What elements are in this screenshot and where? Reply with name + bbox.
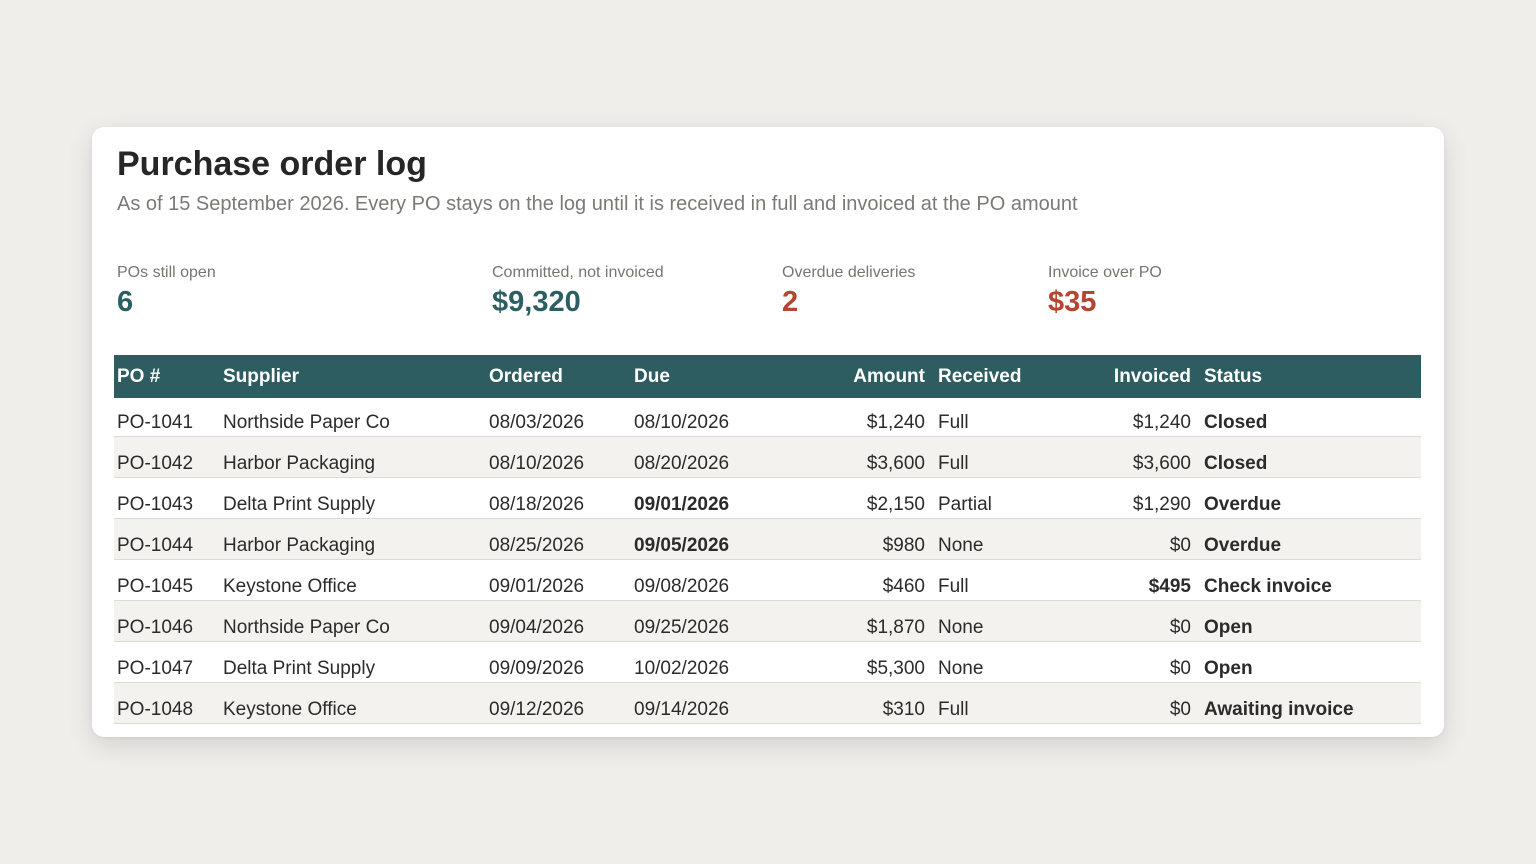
- cell-supplier: Northside Paper Co: [220, 600, 486, 642]
- cell-due: 09/08/2026: [631, 559, 776, 601]
- col-header-ordered[interactable]: Ordered: [486, 355, 631, 398]
- kpi-label: Invoice over PO: [1048, 264, 1162, 281]
- kpi-value: $9,320: [492, 286, 581, 318]
- table-row[interactable]: PO-1043 Delta Print Supply 08/18/2026 09…: [114, 477, 1421, 519]
- cell-due-late: 09/05/2026: [631, 518, 776, 560]
- kpi-value: $35: [1048, 286, 1097, 318]
- cell-due: 09/25/2026: [631, 600, 776, 642]
- cell-received: None: [935, 600, 1048, 642]
- status-badge: Awaiting invoice: [1201, 682, 1421, 724]
- col-header-invoiced[interactable]: Invoiced: [1048, 355, 1201, 398]
- kpi-committed-not-invoiced: Committed, not invoiced $9,320: [492, 264, 664, 319]
- cell-due: 10/02/2026: [631, 641, 776, 683]
- cell-due-late: 09/01/2026: [631, 477, 776, 519]
- table-row[interactable]: PO-1044 Harbor Packaging 08/25/2026 09/0…: [114, 518, 1421, 560]
- cell-po: PO-1044: [114, 518, 220, 560]
- cell-received: None: [935, 518, 1048, 560]
- cell-received: Full: [935, 682, 1048, 724]
- cell-po: PO-1043: [114, 477, 220, 519]
- cell-invoiced: $1,240: [1048, 398, 1201, 437]
- cell-ordered: 08/03/2026: [486, 398, 631, 437]
- cell-amount: $980: [776, 518, 935, 560]
- col-header-due[interactable]: Due: [631, 355, 776, 398]
- kpi-invoice-over-po: Invoice over PO $35: [1048, 264, 1162, 319]
- cell-due: 09/14/2026: [631, 682, 776, 724]
- cell-amount: $5,300: [776, 641, 935, 683]
- cell-ordered: 08/10/2026: [486, 436, 631, 478]
- kpi-label: POs still open: [117, 264, 216, 281]
- cell-supplier: Keystone Office: [220, 559, 486, 601]
- cell-po: PO-1047: [114, 641, 220, 683]
- status-badge: Overdue: [1201, 518, 1421, 560]
- kpi-value: 2: [782, 286, 799, 318]
- cell-invoiced-over: $495: [1048, 559, 1201, 601]
- cell-received: Full: [935, 398, 1048, 437]
- table-row[interactable]: PO-1042 Harbor Packaging 08/10/2026 08/2…: [114, 436, 1421, 478]
- cell-ordered: 09/04/2026: [486, 600, 631, 642]
- cell-invoiced: $1,290: [1048, 477, 1201, 519]
- col-header-po[interactable]: PO #: [114, 355, 220, 398]
- cell-ordered: 09/12/2026: [486, 682, 631, 724]
- cell-supplier: Keystone Office: [220, 682, 486, 724]
- kpi-pos-open: POs still open 6: [117, 264, 216, 319]
- kpi-value: 6: [117, 286, 134, 318]
- cell-supplier: Delta Print Supply: [220, 477, 486, 519]
- kpi-label: Overdue deliveries: [782, 264, 916, 281]
- cell-supplier: Harbor Packaging: [220, 518, 486, 560]
- cell-amount: $1,870: [776, 600, 935, 642]
- cell-po: PO-1048: [114, 682, 220, 724]
- table-row[interactable]: PO-1041 Northside Paper Co 08/03/2026 08…: [114, 398, 1421, 437]
- status-badge: Overdue: [1201, 477, 1421, 519]
- cell-po: PO-1045: [114, 559, 220, 601]
- cell-supplier: Delta Print Supply: [220, 641, 486, 683]
- cell-received: Partial: [935, 477, 1048, 519]
- cell-supplier: Harbor Packaging: [220, 436, 486, 478]
- status-badge: Open: [1201, 641, 1421, 683]
- kpi-label: Committed, not invoiced: [492, 264, 664, 281]
- cell-amount: $460: [776, 559, 935, 601]
- cell-due: 08/20/2026: [631, 436, 776, 478]
- table-header-row: PO # Supplier Ordered Due Amount Receive…: [114, 355, 1421, 398]
- cell-due: 08/10/2026: [631, 398, 776, 437]
- cell-ordered: 08/25/2026: [486, 518, 631, 560]
- cell-received: Full: [935, 436, 1048, 478]
- status-badge: Closed: [1201, 398, 1421, 437]
- page-title: Purchase order log: [117, 145, 427, 183]
- kpi-overdue-deliveries: Overdue deliveries 2: [782, 264, 915, 319]
- cell-invoiced: $0: [1048, 518, 1201, 560]
- col-header-amount[interactable]: Amount: [776, 355, 935, 398]
- table-row[interactable]: PO-1048 Keystone Office 09/12/2026 09/14…: [114, 682, 1421, 724]
- cell-po: PO-1041: [114, 398, 220, 437]
- cell-received: None: [935, 641, 1048, 683]
- cell-amount: $2,150: [776, 477, 935, 519]
- col-header-received[interactable]: Received: [935, 355, 1048, 398]
- cell-po: PO-1042: [114, 436, 220, 478]
- cell-amount: $1,240: [776, 398, 935, 437]
- cell-invoiced: $0: [1048, 600, 1201, 642]
- cell-ordered: 08/18/2026: [486, 477, 631, 519]
- cell-invoiced: $0: [1048, 682, 1201, 724]
- cell-ordered: 09/09/2026: [486, 641, 631, 683]
- col-header-supplier[interactable]: Supplier: [220, 355, 486, 398]
- col-header-status[interactable]: Status: [1201, 355, 1421, 398]
- po-log-card: Purchase order log As of 15 September 20…: [92, 127, 1444, 737]
- table-row[interactable]: PO-1046 Northside Paper Co 09/04/2026 09…: [114, 600, 1421, 642]
- status-badge: Open: [1201, 600, 1421, 642]
- status-badge: Check invoice: [1201, 559, 1421, 601]
- cell-invoiced: $0: [1048, 641, 1201, 683]
- cell-ordered: 09/01/2026: [486, 559, 631, 601]
- table-row[interactable]: PO-1047 Delta Print Supply 09/09/2026 10…: [114, 641, 1421, 683]
- cell-received: Full: [935, 559, 1048, 601]
- cell-amount: $310: [776, 682, 935, 724]
- cell-invoiced: $3,600: [1048, 436, 1201, 478]
- table-row[interactable]: PO-1045 Keystone Office 09/01/2026 09/08…: [114, 559, 1421, 601]
- cell-po: PO-1046: [114, 600, 220, 642]
- page-subtitle: As of 15 September 2026. Every PO stays …: [117, 193, 1078, 215]
- cell-supplier: Northside Paper Co: [220, 398, 486, 437]
- cell-amount: $3,600: [776, 436, 935, 478]
- po-table: PO # Supplier Ordered Due Amount Receive…: [114, 355, 1421, 724]
- status-badge: Closed: [1201, 436, 1421, 478]
